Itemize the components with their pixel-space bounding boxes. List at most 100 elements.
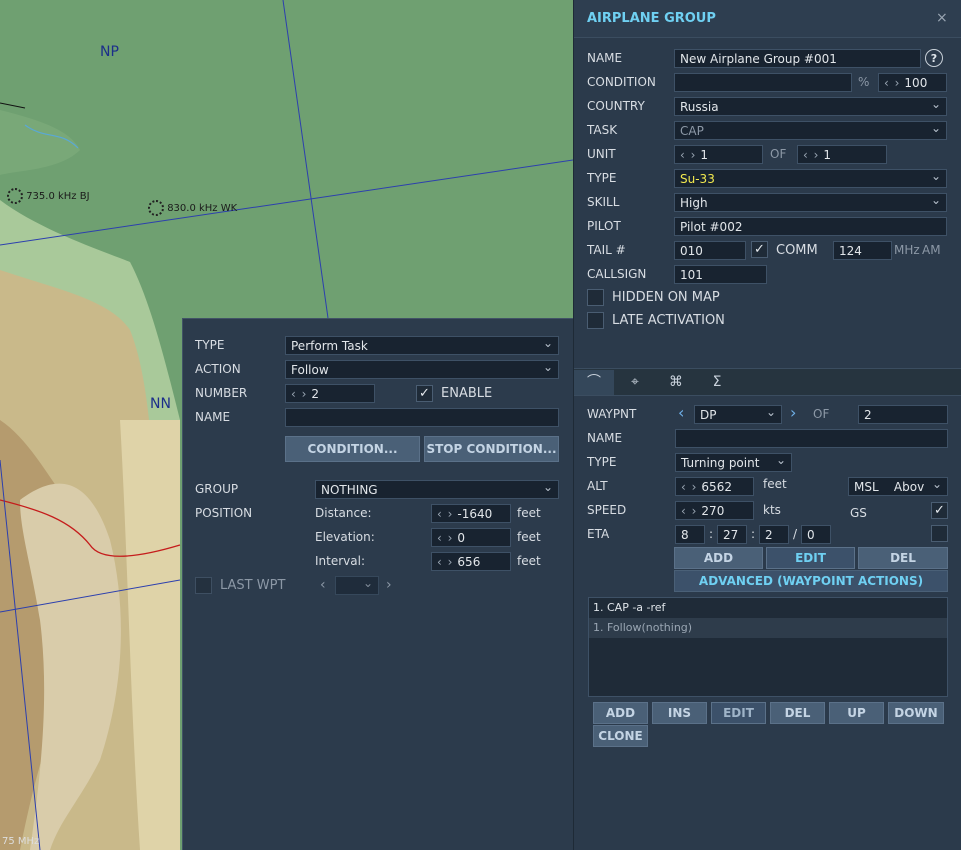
group-select[interactable]: NOTHING: [315, 480, 559, 499]
condition-input[interactable]: [674, 73, 852, 92]
group-label: GROUP: [195, 482, 239, 496]
waypoint-name-input[interactable]: [675, 429, 948, 448]
delete-waypoint-button[interactable]: DEL: [858, 547, 948, 569]
edit-waypoint-button[interactable]: EDIT: [766, 547, 855, 569]
late-activation-checkbox[interactable]: [587, 312, 604, 329]
spinner-arrows-icon: ‹ ›: [884, 76, 901, 90]
callsign-input[interactable]: 101: [674, 265, 767, 284]
waypoint-select[interactable]: DP: [694, 405, 782, 424]
hidden-on-map-checkbox[interactable]: [587, 289, 604, 306]
group-name-input[interactable]: New Airplane Group #001: [674, 49, 921, 68]
number-value: 2: [311, 387, 320, 401]
navaid-marker[interactable]: 830.0 kHz WK: [148, 200, 237, 216]
clone-action-button[interactable]: CLONE: [593, 725, 648, 747]
map-grid-label: NP: [100, 44, 119, 60]
distance-label: Distance:: [315, 506, 372, 520]
close-icon[interactable]: ×: [936, 10, 948, 26]
eta-separator: :: [751, 527, 756, 541]
enable-checkbox[interactable]: ✓: [416, 385, 433, 402]
country-label: COUNTRY: [587, 99, 645, 113]
task-select[interactable]: CAP: [674, 121, 947, 140]
name-label: NAME: [587, 51, 623, 65]
aircraft-type-select[interactable]: Su-33: [674, 169, 947, 188]
altitude-spinner[interactable]: ‹ › 6562: [675, 477, 754, 496]
eta-lock-checkbox[interactable]: [931, 525, 948, 542]
unit-total-spinner[interactable]: ‹ › 1: [797, 145, 887, 164]
eta-separator: /: [793, 527, 798, 541]
command-icon[interactable]: ⌘: [656, 370, 696, 395]
list-item[interactable]: 1. Follow(nothing): [589, 618, 947, 638]
next-arrow-icon[interactable]: ›: [386, 577, 392, 593]
action-name-input[interactable]: [285, 408, 559, 427]
alt-ref2-value: Abov: [893, 480, 925, 494]
help-icon[interactable]: ?: [925, 49, 943, 67]
condition-percent-value: 100: [904, 76, 928, 90]
prev-waypoint-icon[interactable]: ‹: [678, 403, 684, 422]
sigma-icon[interactable]: Σ: [697, 370, 737, 395]
insert-action-button[interactable]: INS: [652, 702, 707, 724]
action-select[interactable]: Follow: [285, 360, 559, 379]
elevation-spinner[interactable]: ‹ › 0: [431, 528, 511, 547]
last-wpt-checkbox[interactable]: [195, 577, 212, 594]
interval-label: Interval:: [315, 554, 365, 568]
late-activation-label: LATE ACTIVATION: [612, 313, 725, 328]
tail-label: TAIL #: [587, 243, 626, 257]
waypoint-type-select[interactable]: Turning point: [675, 453, 792, 472]
delete-action-button[interactable]: DEL: [770, 702, 825, 724]
eta-second-input[interactable]: 0: [801, 525, 831, 544]
tail-input[interactable]: 010: [674, 241, 746, 260]
wp-name-label: NAME: [587, 431, 623, 445]
percent-label: %: [858, 75, 870, 89]
task-label: TASK: [587, 123, 618, 137]
skill-select[interactable]: High: [674, 193, 947, 212]
advanced-waypoint-actions-button[interactable]: ADVANCED (WAYPOINT ACTIONS): [674, 570, 948, 592]
target-icon[interactable]: ⌖: [615, 370, 655, 395]
wp-type-label: TYPE: [587, 455, 617, 469]
stop-condition-button[interactable]: STOP CONDITION...: [424, 436, 559, 462]
spinner-arrows-icon: ‹ ›: [291, 387, 308, 401]
unit-spinner[interactable]: ‹ › 1: [674, 145, 763, 164]
unit-value: 1: [700, 148, 709, 162]
spinner-arrows-icon: ‹ ›: [437, 531, 454, 545]
route-icon[interactable]: ⌒: [574, 370, 614, 395]
move-up-button[interactable]: UP: [829, 702, 884, 724]
task-type-select[interactable]: Perform Task: [285, 336, 559, 355]
number-spinner[interactable]: ‹ › 2: [285, 384, 375, 403]
eta-minute-input[interactable]: 2: [759, 525, 789, 544]
altitude-reference-select[interactable]: MSL Abov: [848, 477, 948, 496]
comm-frequency-input[interactable]: 124: [833, 241, 892, 260]
comm-checkbox[interactable]: ✓: [751, 241, 768, 258]
condition-percent-spinner[interactable]: ‹ › 100: [878, 73, 947, 92]
speed-spinner[interactable]: ‹ › 270: [675, 501, 754, 520]
edit-action-button[interactable]: EDIT: [711, 702, 766, 724]
speed-value: 270: [701, 504, 725, 518]
distance-spinner[interactable]: ‹ › -1640: [431, 504, 511, 523]
comm-mode[interactable]: AM: [922, 243, 941, 257]
navaid-marker[interactable]: 735.0 kHz BJ: [7, 188, 90, 204]
hidden-on-map-label: HIDDEN ON MAP: [612, 290, 720, 305]
callsign-label: CALLSIGN: [587, 267, 647, 281]
gs-checkbox[interactable]: ✓: [931, 502, 948, 519]
add-waypoint-button[interactable]: ADD: [674, 547, 763, 569]
gs-label: GS: [850, 506, 867, 520]
country-select[interactable]: Russia: [674, 97, 947, 116]
actions-list[interactable]: 1. CAP -a -ref 1. Follow(nothing): [588, 597, 948, 697]
move-down-button[interactable]: DOWN: [888, 702, 944, 724]
ndb-icon: [148, 200, 164, 216]
last-wpt-select[interactable]: [335, 576, 379, 595]
interval-value: 656: [457, 555, 481, 569]
next-waypoint-icon[interactable]: ›: [790, 403, 796, 422]
comm-label: COMM: [776, 243, 818, 258]
prev-arrow-icon[interactable]: ‹: [320, 577, 326, 593]
condition-button[interactable]: CONDITION...: [285, 436, 420, 462]
speed-label: SPEED: [587, 503, 627, 517]
pilot-input[interactable]: Pilot #002: [674, 217, 947, 236]
enable-label: ENABLE: [441, 386, 493, 401]
eta-hour-input[interactable]: 27: [717, 525, 747, 544]
add-action-button[interactable]: ADD: [593, 702, 648, 724]
panel-header: AIRPLANE GROUP ×: [574, 0, 961, 38]
list-item[interactable]: 1. CAP -a -ref: [589, 598, 947, 618]
interval-spinner[interactable]: ‹ › 656: [431, 552, 511, 571]
eta-day-input[interactable]: 8: [675, 525, 705, 544]
last-wpt-label: LAST WPT: [220, 578, 286, 593]
